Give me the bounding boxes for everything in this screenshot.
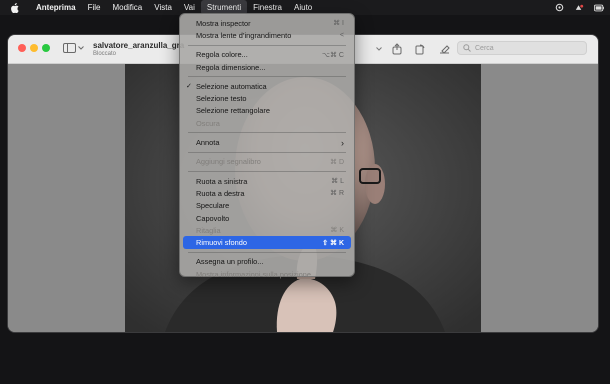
menu-item-oscura: Oscura — [196, 118, 220, 128]
menu-item-regola-dimensione[interactable]: Regola dimensione... — [183, 61, 351, 73]
menu-item-ritaglia: Ritaglia ⌘ K — [196, 225, 344, 235]
zoom-chevron-icon[interactable] — [372, 42, 386, 56]
document-title: salvatore_aranzulla_gra — [93, 41, 185, 50]
close-button[interactable] — [18, 44, 26, 52]
menu-separator — [188, 251, 346, 253]
menu-item-mostra-lente[interactable]: Mostra lente d’ingrandimento < — [183, 29, 351, 41]
cloud-user-icon[interactable] — [574, 3, 584, 13]
menu-separator — [188, 151, 346, 153]
search-icon — [463, 44, 471, 52]
sidebar-icon — [63, 43, 76, 53]
menu-vista[interactable]: Vista — [148, 0, 178, 15]
minimize-button[interactable] — [30, 44, 38, 52]
strumenti-dropdown-menu: Mostra inspector ⌘ I Mostra lente d’ingr… — [179, 13, 355, 279]
menu-separator — [188, 132, 346, 134]
menu-item-regola-colore[interactable]: Regola colore... ⌥⌘ C — [183, 49, 351, 61]
share-icon[interactable] — [390, 42, 404, 56]
apple-icon[interactable] — [9, 2, 20, 13]
document-status: Bloccato — [93, 51, 117, 57]
menu-item-selezione-automatica[interactable]: ✓ Selezione automatica — [183, 80, 351, 92]
chevron-down-icon — [78, 46, 84, 50]
battery-icon[interactable] — [594, 3, 604, 13]
menu-item-ruota-destra[interactable]: Ruota a destra ⌘ R — [183, 187, 351, 199]
menu-separator — [188, 76, 346, 78]
menu-item-assegna-profilo[interactable]: Assegna un profilo... — [183, 256, 351, 268]
menu-item-annota[interactable]: Annota › — [183, 136, 351, 148]
menu-item-speculare[interactable]: Speculare — [183, 200, 351, 212]
menu-item-selezione-rettangolare[interactable]: Selezione rettangolare — [183, 105, 351, 117]
rotate-icon[interactable] — [413, 42, 427, 56]
markup-icon[interactable] — [437, 42, 451, 56]
search-field[interactable]: Cerca — [457, 41, 587, 55]
menu-item-ruota-sinistra[interactable]: Ruota a sinistra ⌘ L — [183, 175, 351, 187]
menu-item-mostra-informazioni-posizione: Mostra informazioni sulla posizione — [196, 269, 312, 279]
sidebar-toggle-button[interactable] — [63, 41, 87, 55]
checkmark-icon: ✓ — [186, 83, 192, 91]
menu-item-selezione-testo[interactable]: Selezione testo — [183, 92, 351, 104]
menu-separator — [188, 44, 346, 46]
submenu-chevron-icon: › — [341, 137, 344, 148]
menu-app-name[interactable]: Anteprima — [30, 0, 82, 15]
menu-file[interactable]: File — [82, 0, 107, 15]
menu-item-rimuovi-sfondo[interactable]: Rimuovi sfondo ⇧ ⌘ K — [183, 236, 351, 249]
menu-item-aggiungi-segnalibro: Aggiungi segnalibro ⌘ D — [196, 157, 344, 167]
menu-modifica[interactable]: Modifica — [106, 0, 148, 15]
menu-item-mostra-inspector[interactable]: Mostra inspector ⌘ I — [183, 17, 351, 29]
menu-separator — [188, 170, 346, 172]
maximize-button[interactable] — [42, 44, 50, 52]
gear-status-icon[interactable] — [554, 3, 564, 13]
search-placeholder: Cerca — [475, 44, 494, 52]
menu-item-capovolto[interactable]: Capovolto — [183, 212, 351, 224]
